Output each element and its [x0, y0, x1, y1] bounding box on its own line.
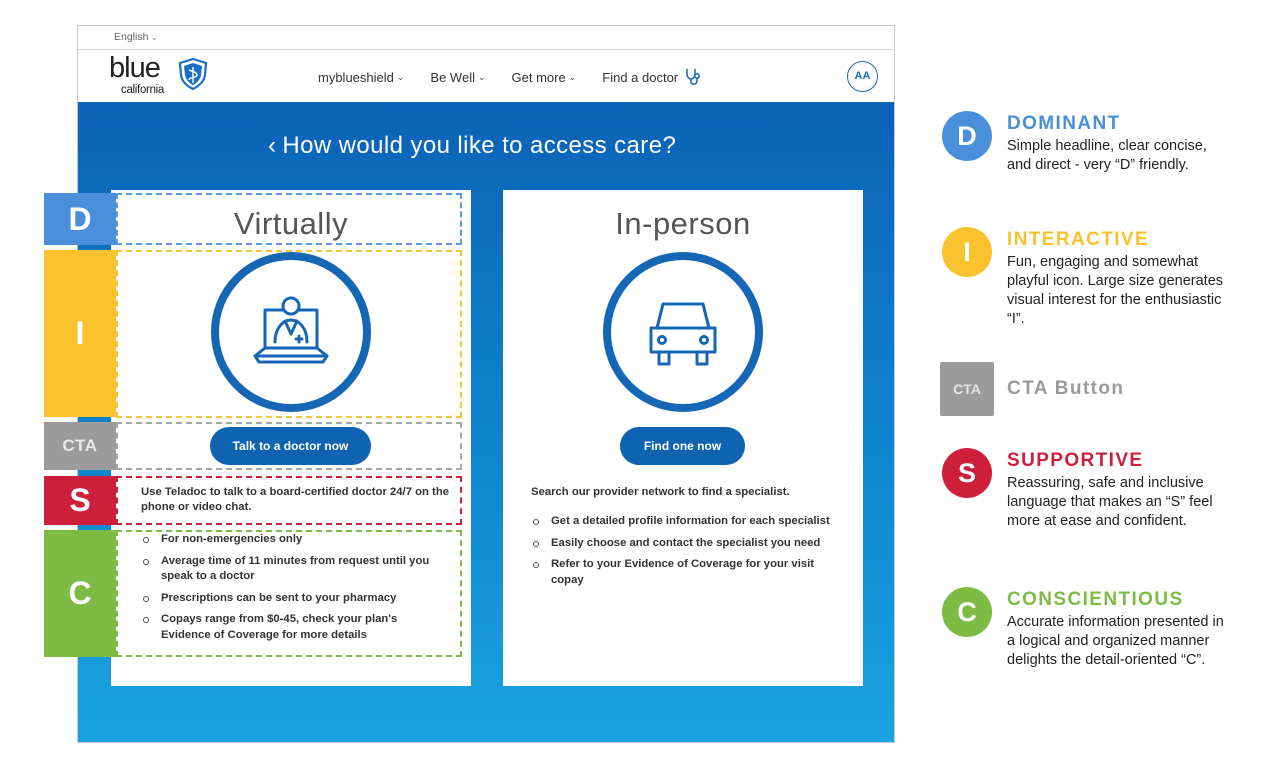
chevron-down-icon: ⌄	[150, 32, 158, 42]
nav-find-a-doctor[interactable]: Find a doctor	[602, 66, 702, 88]
language-selector[interactable]: English ⌄	[114, 31, 158, 43]
list-item: Get a detailed profile information for e…	[531, 514, 843, 530]
legend-title: INTERACTIVE	[1007, 229, 1150, 250]
language-bar: English ⌄	[78, 26, 894, 50]
list-item: Average time of 11 minutes from request …	[141, 554, 446, 585]
disc-tag-conscientious: C	[44, 530, 116, 657]
disc-legend: D DOMINANT Simple headline, clear concis…	[940, 0, 1270, 763]
legend-text: Simple headline, clear concise, and dire…	[1007, 138, 1207, 173]
legend-badge: D	[942, 111, 992, 161]
virtual-care-card: Virtually Talk to a doctor now Use Telad…	[111, 190, 471, 686]
card-title: Virtually	[233, 206, 349, 241]
card-title: In-person	[615, 206, 751, 241]
nav-label: myblueshield	[318, 69, 394, 85]
care-access-section: ‹ How would you like to access care? Virt…	[78, 102, 894, 742]
page-heading: ‹ How would you like to access care?	[268, 132, 676, 160]
language-label: English	[114, 31, 149, 43]
website-mockup: English ⌄ blue california myblueshield ⌄ B…	[77, 25, 895, 743]
legend-title: DOMINANT	[1007, 113, 1121, 134]
logo-wordmark: blue	[109, 52, 161, 84]
disc-tag-dominant: D	[44, 193, 116, 245]
disc-tag-cta: CTA	[44, 422, 116, 470]
stethoscope-icon	[686, 69, 701, 85]
nav-label: Find a doctor	[602, 69, 679, 85]
nav-myblueshield[interactable]: myblueshield ⌄	[318, 66, 404, 88]
nav-be-well[interactable]: Be Well ⌄	[430, 66, 485, 88]
disc-tag-supportive: S	[44, 476, 116, 525]
nav-label: Be Well	[430, 69, 475, 85]
list-item: Copays range from $0-45, check your plan…	[141, 612, 446, 643]
legend-badge: CTA	[940, 362, 994, 416]
list-item: Prescriptions can be sent to your pharma…	[141, 591, 446, 607]
blue-shield-california-logo[interactable]: blue california	[109, 52, 219, 99]
list-item: For non-emergencies only	[141, 532, 446, 548]
legend-text: Accurate information presented in a logi…	[1007, 614, 1224, 668]
shield-caduceus-icon	[178, 58, 208, 90]
nav-label: Get more	[511, 69, 566, 85]
text-size-button[interactable]: AA	[847, 61, 878, 92]
legend-text: Reassuring, safe and inclusive language …	[1007, 475, 1213, 529]
list-item: Easily choose and contact the specialist…	[531, 536, 843, 552]
chevron-down-icon: ⌄	[477, 71, 486, 82]
card-description: Use Teladoc to talk to a board-certified…	[141, 486, 449, 513]
chevron-down-icon: ⌄	[396, 71, 405, 82]
nav-get-more[interactable]: Get more ⌄	[512, 66, 577, 88]
legend-badge: C	[942, 587, 992, 637]
find-one-now-button[interactable]: Find one now	[620, 427, 745, 465]
card-description: Search our provider network to find a sp…	[531, 486, 790, 498]
legend-badge: S	[942, 448, 992, 498]
top-navigation: blue california myblueshield ⌄ Be Well ⌄ G…	[78, 51, 894, 102]
card-bullets: For non-emergencies only Average time of…	[141, 532, 446, 649]
legend-title: CONSCIENTIOUS	[1007, 589, 1184, 610]
talk-to-doctor-button[interactable]: Talk to a doctor now	[210, 427, 371, 465]
heading-text: How would you like to access care?	[282, 132, 677, 159]
logo-region: california	[121, 84, 165, 96]
main-nav: myblueshield ⌄ Be Well ⌄ Get more ⌄ Find a …	[318, 66, 728, 88]
legend-badge: I	[942, 227, 992, 277]
telehealth-doctor-laptop-icon	[211, 252, 371, 412]
chevron-down-icon: ⌄	[568, 71, 577, 82]
legend-title: CTA Button	[1007, 378, 1125, 399]
list-item: Refer to your Evidence of Coverage for y…	[531, 557, 843, 588]
back-chevron-icon[interactable]: ‹	[268, 132, 276, 160]
card-bullets: Get a detailed profile information for e…	[531, 514, 843, 594]
in-person-care-card: In-person Find one now Search our provid…	[503, 190, 863, 686]
legend-title: SUPPORTIVE	[1007, 450, 1144, 471]
legend-text: Fun, engaging and somewhat playful icon.…	[1007, 254, 1224, 327]
disc-tag-interactive: I	[44, 250, 116, 417]
car-icon	[603, 252, 763, 412]
